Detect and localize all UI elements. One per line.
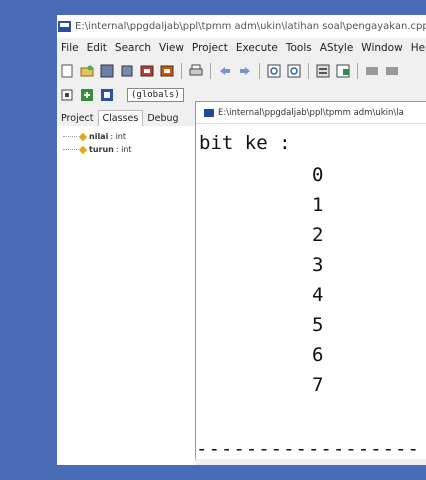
tree-connector <box>63 149 77 150</box>
new-class-icon[interactable] <box>60 88 74 102</box>
tree-connector <box>63 136 77 137</box>
bit-value: 6 <box>312 344 324 366</box>
menu-tools[interactable]: Tools <box>286 42 312 54</box>
stop-icon[interactable] <box>385 64 399 78</box>
project-options-icon[interactable] <box>100 88 114 102</box>
menu-window[interactable]: Window <box>361 42 402 54</box>
close-file-icon[interactable] <box>140 64 154 78</box>
bit-value: 2 <box>312 224 324 246</box>
panel-tabs: Project Classes Debug <box>57 107 195 126</box>
redo-icon[interactable] <box>238 64 252 78</box>
toolbar-separator <box>210 63 211 79</box>
new-file-icon[interactable] <box>60 64 74 78</box>
run-icon[interactable] <box>336 64 350 78</box>
main-toolbar <box>57 60 426 82</box>
menu-help[interactable]: Hel <box>411 42 426 54</box>
variable-name: nilai <box>89 132 109 141</box>
variable-icon <box>78 132 88 141</box>
menu-project[interactable]: Project <box>192 42 228 54</box>
replace-icon[interactable] <box>287 64 301 78</box>
add-to-project-icon[interactable] <box>80 88 94 102</box>
toolbar-separator <box>308 63 309 79</box>
menu-view[interactable]: View <box>159 42 184 54</box>
scope-selector[interactable]: (globals) <box>127 88 184 102</box>
toolbar-separator <box>181 63 182 79</box>
menu-edit[interactable]: Edit <box>87 42 107 54</box>
bit-value: 7 <box>312 374 324 396</box>
menu-bar: File Edit Search View Project Execute To… <box>57 39 426 57</box>
console-title: E:\internal\ppgdaljab\ppl\tpmm adm\ukin\… <box>218 107 404 118</box>
find-icon[interactable] <box>267 64 281 78</box>
variable-type: : int <box>115 145 132 154</box>
close-all-icon[interactable] <box>160 64 174 78</box>
menu-astyle[interactable]: AStyle <box>320 42 354 54</box>
variable-icon <box>78 145 88 154</box>
bit-value: 3 <box>312 254 324 276</box>
menu-execute[interactable]: Execute <box>236 42 278 54</box>
toolbar-separator <box>259 63 260 79</box>
menu-file[interactable]: File <box>61 42 79 54</box>
tab-project[interactable]: Project <box>57 111 98 126</box>
class-tree: nilai : int turun : int <box>57 126 195 160</box>
open-file-icon[interactable] <box>80 64 94 78</box>
console-icon <box>204 108 214 117</box>
menu-search[interactable]: Search <box>115 42 151 54</box>
variable-name: turun <box>89 145 114 154</box>
class-browser-panel: Project Classes Debug nilai : int turun … <box>57 107 195 465</box>
save-all-icon[interactable] <box>120 64 134 78</box>
variable-type: : int <box>110 132 126 141</box>
tree-item-nilai[interactable]: nilai : int <box>63 130 189 143</box>
app-icon <box>58 21 71 32</box>
tree-item-turun[interactable]: turun : int <box>63 143 189 156</box>
bit-list: 0 1 2 3 4 5 6 7 <box>312 160 323 400</box>
output-divider: ------------------ <box>196 438 420 459</box>
print-icon[interactable] <box>189 64 203 78</box>
toolbar-separator <box>357 63 358 79</box>
bit-value: 4 <box>312 284 324 306</box>
tab-classes[interactable]: Classes <box>97 110 144 126</box>
compile-icon[interactable] <box>316 64 330 78</box>
window-title: E:\internal\ppgdaljab\ppl\tpmm adm\ukin\… <box>75 21 426 32</box>
undo-icon[interactable] <box>218 64 232 78</box>
console-window[interactable]: E:\internal\ppgdaljab\ppl\tpmm adm\ukin\… <box>195 101 426 459</box>
debug-icon[interactable] <box>365 64 379 78</box>
title-bar: E:\internal\ppgdaljab\ppl\tpmm adm\ukin\… <box>57 15 426 38</box>
tab-debug[interactable]: Debug <box>143 111 182 126</box>
output-heading: bit ke : <box>199 132 291 154</box>
bit-value: 5 <box>312 314 324 336</box>
bit-value: 1 <box>312 194 324 216</box>
bit-value: 0 <box>312 164 324 186</box>
save-icon[interactable] <box>100 64 114 78</box>
console-title-bar: E:\internal\ppgdaljab\ppl\tpmm adm\ukin\… <box>196 102 426 124</box>
